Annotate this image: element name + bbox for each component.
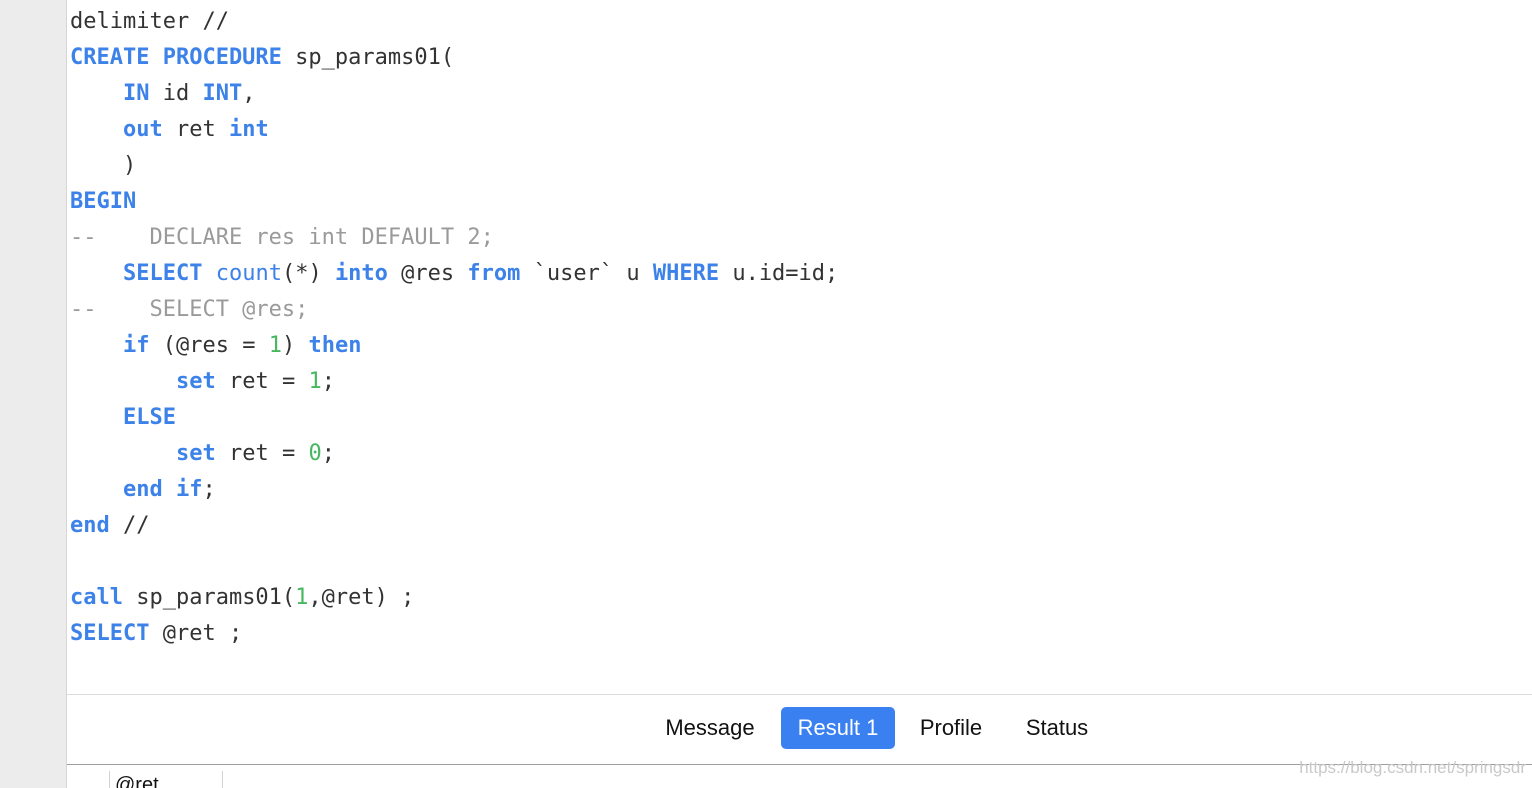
- line-number-gutter: [0, 0, 67, 788]
- code-token: (*): [281, 261, 335, 286]
- code-token: ;: [202, 477, 216, 502]
- code-token: delimiter //: [70, 9, 229, 34]
- code-token: BEGIN: [70, 189, 137, 214]
- code-token: u.id=id;: [719, 261, 839, 286]
- column-separator: [109, 771, 110, 788]
- code-line: BEGIN: [70, 184, 136, 220]
- code-token: CREATE PROCEDURE: [70, 45, 282, 70]
- code-token: //: [109, 513, 150, 538]
- code-token: id: [149, 81, 203, 106]
- code-token: ELSE: [122, 405, 176, 430]
- code-token: into: [334, 261, 388, 286]
- code-line: if (@res = 1) then: [70, 328, 361, 364]
- code-token: count: [215, 261, 282, 286]
- tab-message[interactable]: Message: [649, 707, 771, 749]
- code-token: set: [175, 441, 216, 466]
- code-token: from: [467, 261, 521, 286]
- code-token: sp_params01(: [122, 585, 296, 610]
- code-token: -- SELECT @res;: [70, 297, 309, 322]
- code-token: ;: [321, 369, 335, 394]
- code-line: out ret int: [70, 112, 269, 148]
- code-token: then: [308, 333, 362, 358]
- code-editor[interactable]: delimiter // CREATE PROCEDURE sp_params01…: [67, 0, 1532, 694]
- code-token: 1: [295, 585, 309, 610]
- code-token: ,@ret) ;: [308, 585, 415, 610]
- code-token: (@res =: [149, 333, 269, 358]
- code-token: ;: [321, 441, 335, 466]
- code-line: end if;: [70, 472, 216, 508]
- tab-result-1[interactable]: Result 1: [781, 707, 895, 749]
- code-token: 1: [308, 369, 322, 394]
- code-token: @res: [387, 261, 468, 286]
- code-token: ret =: [215, 369, 309, 394]
- code-token: `user` u: [520, 261, 653, 286]
- code-token: 0: [308, 441, 322, 466]
- sql-editor-window: delimiter // CREATE PROCEDURE sp_params01…: [0, 0, 1532, 788]
- code-token: set: [175, 369, 216, 394]
- code-token: WHERE: [652, 261, 720, 286]
- code-token: ,: [242, 81, 256, 106]
- code-token: SELECT: [122, 261, 203, 286]
- column-separator: [222, 771, 223, 788]
- code-line: -- SELECT @res;: [70, 292, 308, 328]
- code-token: INT: [202, 81, 243, 106]
- watermark: https://blog.csdn.net/springsdr: [1299, 758, 1526, 777]
- code-token: SELECT: [70, 621, 150, 646]
- code-token: end: [122, 477, 163, 502]
- code-line: set ret = 0;: [70, 436, 335, 472]
- code-line: end //: [70, 508, 150, 544]
- code-token: call: [70, 585, 123, 610]
- code-line: IN id INT,: [70, 76, 255, 112]
- code-line: ): [70, 148, 136, 184]
- code-token: -- DECLARE res int DEFAULT 2;: [70, 225, 494, 250]
- code-token: ret =: [215, 441, 309, 466]
- column-header-ret[interactable]: @ret: [115, 773, 159, 788]
- code-line: -- DECLARE res int DEFAULT 2;: [70, 220, 494, 256]
- tab-profile[interactable]: Profile: [905, 707, 997, 749]
- code-line: call sp_params01(1,@ret) ;: [70, 580, 414, 616]
- code-line: ELSE: [70, 400, 176, 436]
- code-token: end: [70, 513, 110, 538]
- code-line: CREATE PROCEDURE sp_params01(: [70, 40, 454, 76]
- code-token: out: [122, 117, 163, 142]
- code-token: sp_params01(: [281, 45, 455, 70]
- code-line: SELECT @ret ;: [70, 616, 242, 652]
- code-token: @ret ;: [149, 621, 243, 646]
- code-token: if: [175, 477, 203, 502]
- code-line: delimiter //: [70, 4, 229, 40]
- code-token: int: [228, 117, 269, 142]
- code-token: IN: [122, 81, 150, 106]
- code-token: ): [70, 153, 137, 178]
- tab-status[interactable]: Status: [1011, 707, 1103, 749]
- code-line: SELECT count(*) into @res from `user` u …: [70, 256, 838, 292]
- result-tab-bar: Message Result 1 Profile Status: [67, 695, 1532, 764]
- code-token: ): [281, 333, 309, 358]
- code-line: set ret = 1;: [70, 364, 335, 400]
- code-token: if: [122, 333, 150, 358]
- code-token: 1: [268, 333, 282, 358]
- code-token: ret: [162, 117, 229, 142]
